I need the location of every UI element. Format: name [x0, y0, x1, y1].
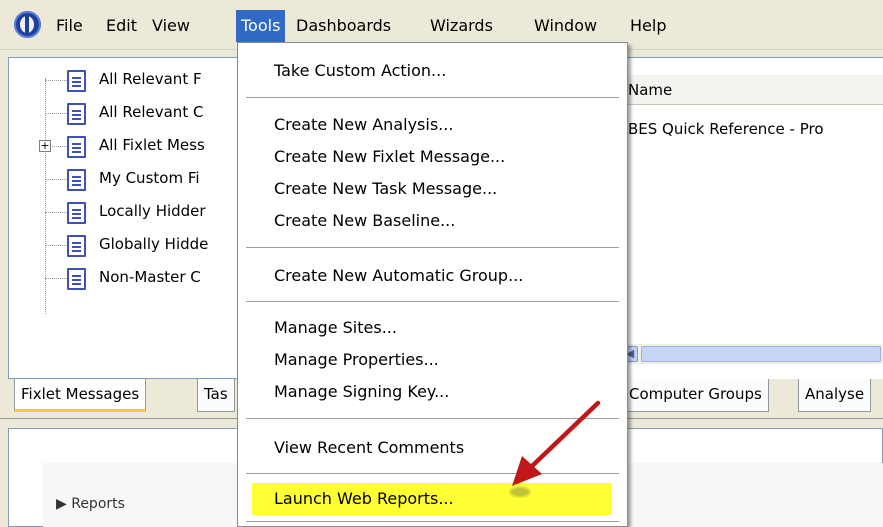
tab-analyses[interactable]: Analyse: [798, 379, 872, 412]
menu-window[interactable]: Window: [534, 13, 597, 39]
menu-separator: [246, 301, 619, 303]
fixlet-tree: All Relevant F All Relevant C + All Fixl…: [8, 57, 252, 379]
reports-section-toggle[interactable]: ▶ Reports: [56, 496, 125, 512]
menu-tools[interactable]: Tools: [236, 10, 286, 42]
tree-item[interactable]: Non-Master C: [9, 264, 253, 292]
menu-help[interactable]: Help: [630, 13, 666, 39]
menu-separator: [246, 418, 619, 420]
tree-item[interactable]: All Relevant F: [9, 66, 253, 94]
tree-item-label: All Relevant C: [99, 103, 204, 121]
scroll-thumb[interactable]: [641, 346, 881, 362]
document-icon: [67, 136, 86, 158]
list-item[interactable]: BES Quick Reference - Pro: [628, 120, 824, 138]
menu-edit[interactable]: Edit: [106, 13, 137, 39]
tree-item[interactable]: My Custom Fi: [9, 165, 253, 193]
tree-item-label: My Custom Fi: [99, 169, 200, 187]
menu-item-create-new-task[interactable]: Create New Task Message...: [238, 175, 627, 203]
document-icon: [67, 268, 86, 290]
menu-item-manage-properties[interactable]: Manage Properties...: [238, 346, 627, 374]
tree-item-label: All Relevant F: [99, 70, 202, 88]
menu-view[interactable]: View: [152, 13, 190, 39]
menu-item-take-custom-action[interactable]: Take Custom Action...: [238, 57, 627, 85]
menu-file[interactable]: File: [56, 13, 83, 39]
menu-item-manage-signing-key[interactable]: Manage Signing Key...: [238, 378, 627, 406]
app-logo-icon: [14, 11, 41, 38]
tree-item-label: Globally Hidde: [99, 235, 209, 253]
document-icon: [67, 103, 86, 125]
tree-item-label: Non-Master C: [99, 268, 201, 286]
tab-tasks[interactable]: Tas: [197, 379, 235, 412]
column-header-name[interactable]: Name: [620, 75, 883, 105]
fixlet-list: Name BES Quick Reference - Pro: [620, 57, 883, 379]
menu-separator: [246, 247, 619, 249]
tree-item[interactable]: + All Fixlet Mess: [9, 132, 253, 160]
tree-item-label: Locally Hidder: [99, 202, 206, 220]
menu-item-create-new-fixlet[interactable]: Create New Fixlet Message...: [238, 143, 627, 171]
document-icon: [67, 169, 86, 191]
document-icon: [67, 70, 86, 92]
tree-item[interactable]: Locally Hidder: [9, 198, 253, 226]
menu-separator: [246, 521, 619, 523]
tree-item[interactable]: All Relevant C: [9, 99, 253, 127]
horizontal-scrollbar[interactable]: ◀: [620, 344, 883, 364]
tab-fixlet-messages[interactable]: Fixlet Messages: [14, 379, 147, 412]
menu-item-create-new-baseline[interactable]: Create New Baseline...: [238, 207, 627, 235]
menu-item-create-new-automatic-group[interactable]: Create New Automatic Group...: [238, 262, 627, 290]
tree-item-label: All Fixlet Mess: [99, 136, 205, 154]
tab-computer-groups[interactable]: Computer Groups: [622, 379, 769, 412]
menu-item-view-recent-comments[interactable]: View Recent Comments: [238, 434, 627, 462]
menu-separator: [246, 97, 619, 99]
menu-wizards[interactable]: Wizards: [430, 13, 493, 39]
menu-item-create-new-analysis[interactable]: Create New Analysis...: [238, 111, 627, 139]
document-icon: [67, 202, 86, 224]
tree-item[interactable]: Globally Hidde: [9, 231, 253, 259]
menu-item-manage-sites[interactable]: Manage Sites...: [238, 314, 627, 342]
document-icon: [67, 235, 86, 257]
menu-separator: [246, 473, 619, 475]
tools-menu: Take Custom Action... Create New Analysi…: [237, 42, 628, 527]
menu-item-launch-web-reports[interactable]: Launch Web Reports...: [252, 483, 612, 515]
expand-icon[interactable]: +: [39, 140, 51, 152]
menu-dashboards[interactable]: Dashboards: [296, 13, 391, 39]
